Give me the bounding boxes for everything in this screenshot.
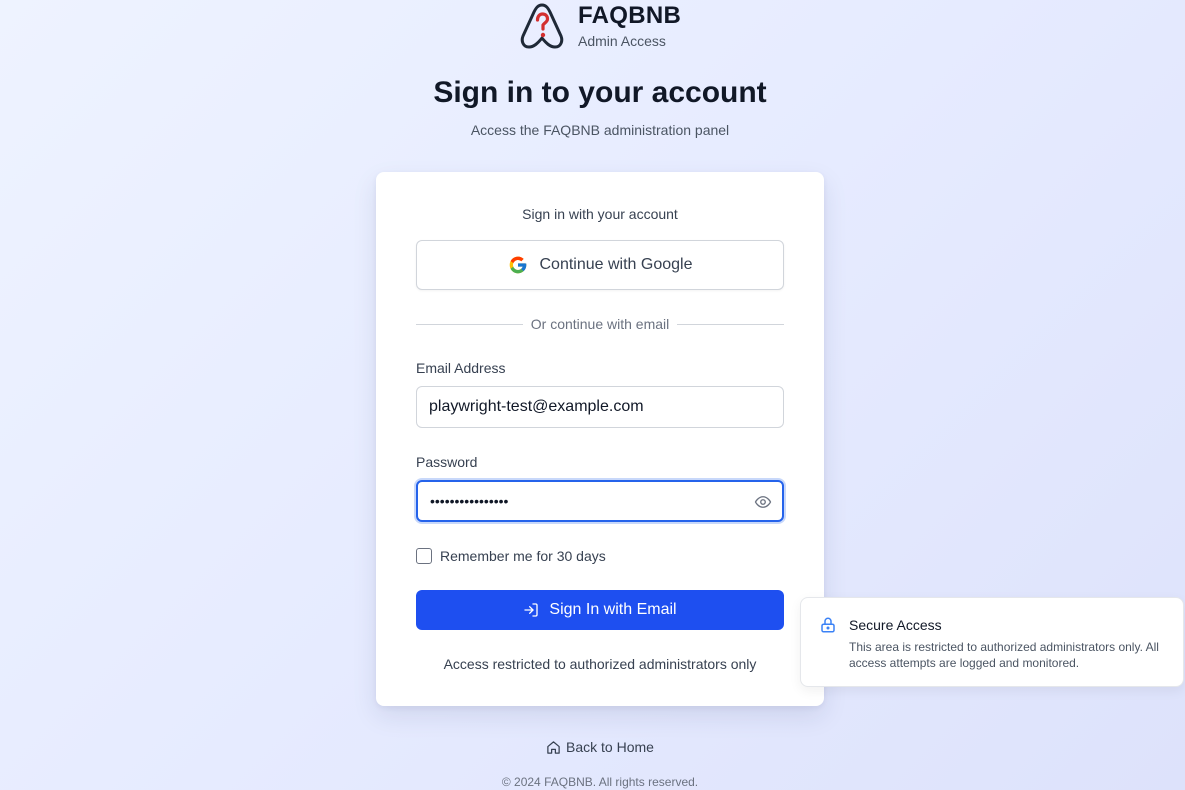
google-button-label: Continue with Google [539, 256, 693, 273]
toast-body: This area is restricted to authorized ad… [849, 640, 1159, 670]
login-card: Sign in with your account Continue with … [376, 172, 824, 706]
lock-icon [821, 617, 835, 633]
remember-checkbox[interactable] [416, 548, 432, 564]
email-signin-button[interactable]: Sign In with Email [416, 590, 784, 630]
signin-button-label: Sign In with Email [549, 601, 677, 618]
back-home-label: Back to Home [566, 739, 654, 755]
secure-access-toast: Secure Access This area is restricted to… [800, 597, 1184, 687]
email-label: Email Address [416, 360, 506, 376]
remember-label: Remember me for 30 days [440, 548, 606, 564]
google-signin-button[interactable]: Continue with Google [416, 240, 784, 290]
email-value: playwright-test@example.com [429, 398, 644, 415]
page-title: Sign in to your account [433, 76, 767, 109]
divider-text: Or continue with email [530, 316, 670, 332]
brand-name: FAQBNB [578, 2, 682, 29]
divider-line-right [677, 323, 785, 325]
faqbnb-logo-icon [520, 3, 564, 49]
divider-line-left [416, 323, 523, 325]
home-icon [547, 740, 560, 754]
back-to-home-link[interactable]: Back to Home [546, 739, 654, 755]
copyright: © 2024 FAQBNB. All rights reserved. [501, 775, 699, 789]
page-subtitle: Access the FAQBNB administration panel [470, 122, 730, 138]
card-heading: Sign in with your account [522, 206, 678, 222]
brand-subtitle: Admin Access [578, 33, 666, 49]
remember-me[interactable]: Remember me for 30 days [416, 548, 606, 564]
password-label: Password [416, 454, 478, 470]
restricted-note: Access restricted to authorized administ… [443, 656, 757, 672]
toast-title: Secure Access [849, 617, 942, 633]
login-icon [524, 603, 539, 617]
google-icon [509, 256, 526, 274]
divider: Or continue with email [416, 316, 785, 332]
email-input[interactable]: playwright-test@example.com [416, 386, 784, 428]
brand-header: FAQBNB Admin Access [518, 2, 681, 50]
password-input[interactable]: •••••••••••••••• [416, 480, 784, 522]
eye-icon[interactable] [754, 493, 772, 511]
password-value: •••••••••••••••• [430, 493, 509, 509]
